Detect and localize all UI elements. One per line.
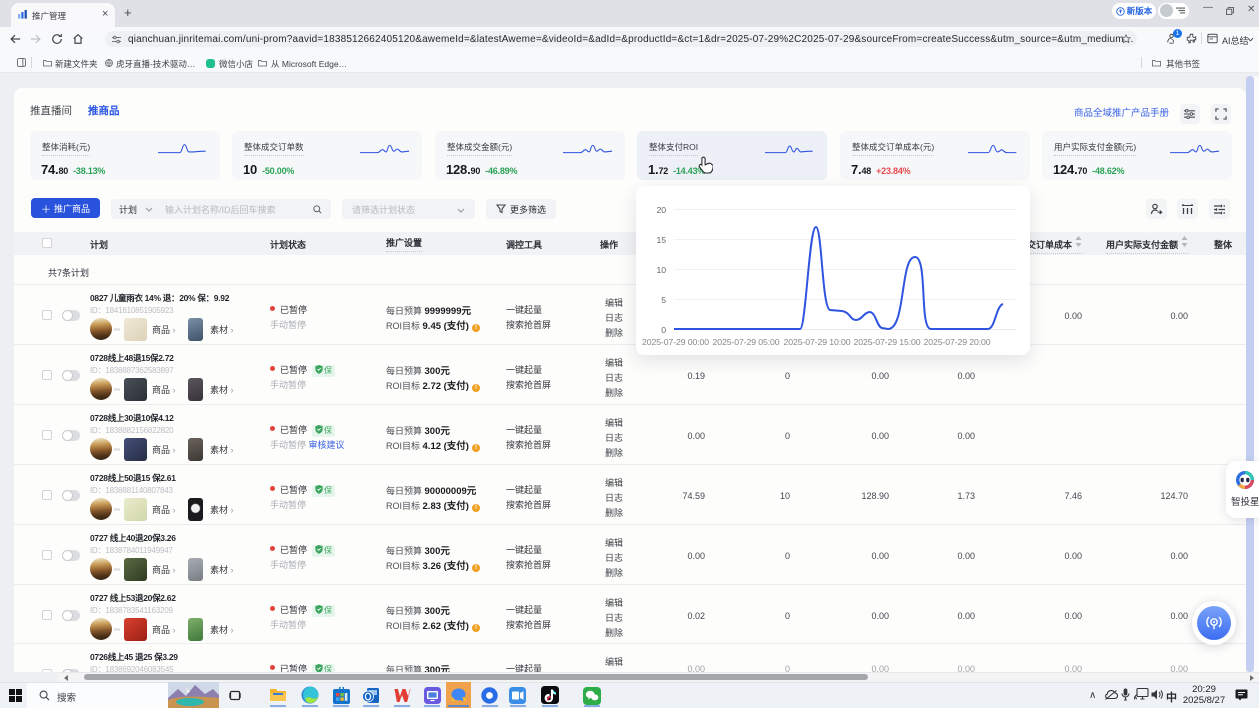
svg-text:15: 15 [657,235,667,245]
svg-text:0: 0 [661,325,666,335]
svg-text:20: 20 [657,205,667,215]
svg-text:2025-07-29 15:00: 2025-07-29 15:00 [854,337,921,347]
svg-text:2025-07-29 10:00: 2025-07-29 10:00 [784,337,851,347]
svg-text:2025-07-29 00:00: 2025-07-29 00:00 [642,337,709,347]
svg-text:2025-07-29 20:00: 2025-07-29 20:00 [924,337,991,347]
svg-text:2025-07-29 05:00: 2025-07-29 05:00 [713,337,780,347]
svg-text:10: 10 [657,265,667,275]
svg-text:5: 5 [661,295,666,305]
